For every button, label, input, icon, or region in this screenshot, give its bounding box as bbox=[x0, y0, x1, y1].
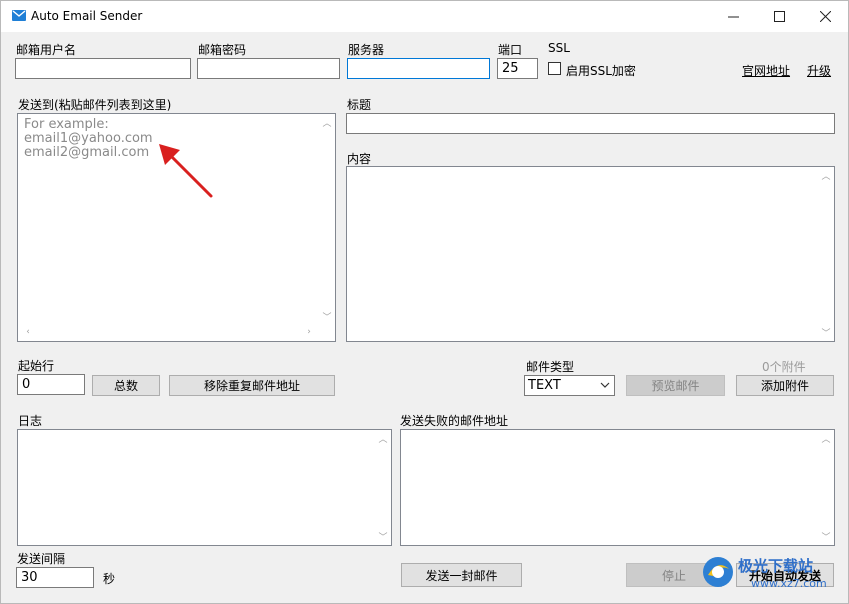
username-label: 邮箱用户名 bbox=[16, 43, 77, 57]
failed-textarea[interactable]: ︿ ﹀ bbox=[400, 429, 835, 546]
username-input[interactable] bbox=[15, 58, 191, 79]
ssl-checkbox-label[interactable]: 启用SSL加密 bbox=[566, 62, 636, 79]
recipients-placeholder: For example: email1@yahoo.com email2@gma… bbox=[24, 118, 153, 160]
upgrade-link[interactable]: 升级 bbox=[807, 62, 831, 79]
start-row-input[interactable]: 0 bbox=[17, 374, 85, 395]
interval-label: 发送间隔 bbox=[17, 552, 66, 566]
port-input[interactable]: 25 bbox=[497, 58, 538, 79]
recipients-label: 发送到(粘贴邮件列表到这里) bbox=[18, 98, 172, 112]
website-link[interactable]: 官网地址 bbox=[742, 62, 790, 79]
close-button[interactable] bbox=[802, 1, 848, 32]
scroll-right-icon[interactable]: › bbox=[301, 327, 317, 337]
scroll-down-icon[interactable]: ﹀ bbox=[319, 310, 335, 323]
preview-button[interactable]: 预览邮件 bbox=[626, 375, 725, 396]
scroll-down-icon[interactable]: ﹀ bbox=[818, 326, 834, 339]
interval-unit: 秒 bbox=[103, 572, 116, 586]
send-one-button[interactable]: 发送一封邮件 bbox=[401, 563, 522, 587]
placeholder-line: For example: bbox=[24, 117, 109, 132]
attachment-count: 0个附件 bbox=[762, 360, 806, 374]
watermark: 极光下载站 www.xz7.com bbox=[701, 551, 848, 601]
subject-input[interactable] bbox=[346, 113, 835, 134]
recipients-horizontal-scrollbar[interactable]: ‹ › bbox=[18, 325, 319, 341]
log-textarea[interactable]: ︿ ﹀ bbox=[17, 429, 392, 546]
add-attachment-button[interactable]: 添加附件 bbox=[736, 375, 834, 396]
total-button[interactable]: 总数 bbox=[92, 375, 160, 396]
content-label: 内容 bbox=[347, 152, 372, 166]
content-textarea[interactable]: ︿ ﹀ bbox=[346, 166, 835, 342]
watermark-logo-icon bbox=[703, 557, 733, 587]
ssl-checkbox[interactable] bbox=[548, 62, 561, 75]
failed-label: 发送失败的邮件地址 bbox=[400, 414, 509, 428]
close-icon bbox=[819, 11, 831, 22]
mail-type-select[interactable]: TEXT bbox=[524, 375, 615, 396]
scroll-down-icon[interactable]: ﹀ bbox=[818, 530, 834, 543]
password-label: 邮箱密码 bbox=[198, 43, 247, 57]
password-input[interactable] bbox=[197, 58, 340, 79]
ssl-label: SSL bbox=[548, 41, 570, 55]
annotation-arrow bbox=[159, 144, 213, 198]
maximize-button[interactable] bbox=[756, 1, 802, 32]
recipients-vertical-scrollbar[interactable]: ︿ ﹀ bbox=[319, 114, 335, 325]
log-vertical-scrollbar[interactable]: ︿ ﹀ bbox=[375, 430, 391, 545]
interval-input[interactable]: 30 bbox=[16, 567, 94, 588]
minimize-button[interactable] bbox=[710, 1, 756, 32]
minimize-icon bbox=[727, 16, 739, 18]
watermark-url: www.xz7.com bbox=[751, 577, 827, 590]
mail-type-label: 邮件类型 bbox=[526, 360, 575, 374]
remove-duplicates-button[interactable]: 移除重复邮件地址 bbox=[169, 375, 335, 396]
window-title: Auto Email Sender bbox=[31, 9, 143, 23]
start-row-label: 起始行 bbox=[18, 359, 55, 373]
subject-label: 标题 bbox=[347, 98, 372, 112]
watermark-text: 极光下载站 bbox=[738, 557, 814, 575]
scroll-up-icon[interactable]: ︿ bbox=[818, 169, 834, 182]
server-label: 服务器 bbox=[348, 43, 385, 57]
envelope-icon bbox=[12, 10, 26, 21]
content-vertical-scrollbar[interactable]: ︿ ﹀ bbox=[818, 167, 834, 341]
title-bar: Auto Email Sender bbox=[1, 1, 848, 32]
server-input[interactable] bbox=[347, 58, 490, 79]
log-label: 日志 bbox=[18, 414, 43, 428]
mail-type-selected: TEXT bbox=[528, 378, 561, 393]
scroll-up-icon[interactable]: ︿ bbox=[375, 432, 391, 445]
maximize-icon bbox=[773, 11, 785, 22]
placeholder-line: email1@yahoo.com bbox=[24, 131, 153, 146]
scroll-down-icon[interactable]: ﹀ bbox=[375, 530, 391, 543]
chevron-down-icon bbox=[600, 382, 610, 388]
scroll-up-icon[interactable]: ︿ bbox=[818, 432, 834, 445]
placeholder-line: email2@gmail.com bbox=[24, 145, 150, 160]
port-label: 端口 bbox=[498, 43, 523, 57]
app-window: Auto Email Sender 邮箱用户名 邮箱密码 服务器 端口 25 S… bbox=[0, 0, 849, 604]
scroll-left-icon[interactable]: ‹ bbox=[20, 327, 36, 337]
scroll-up-icon[interactable]: ︿ bbox=[319, 116, 335, 129]
failed-vertical-scrollbar[interactable]: ︿ ﹀ bbox=[818, 430, 834, 545]
